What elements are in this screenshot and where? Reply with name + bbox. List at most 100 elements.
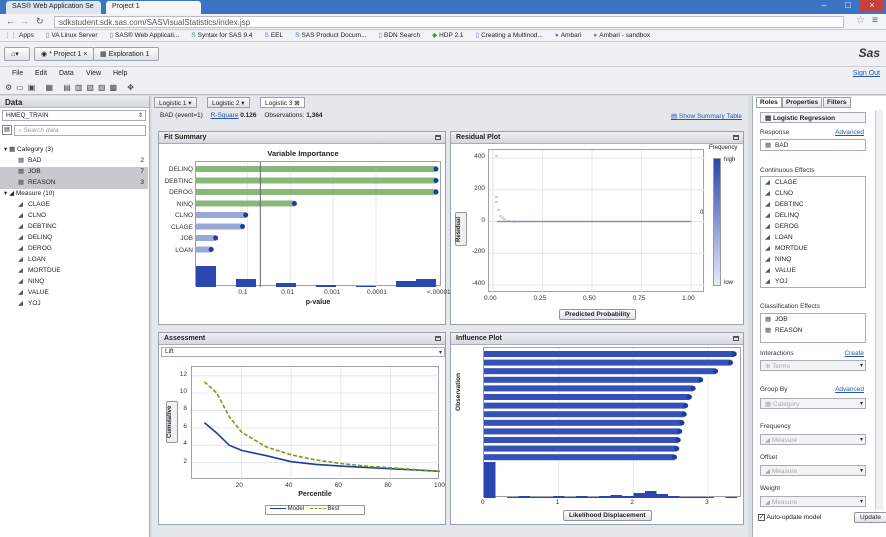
rsquare-link[interactable]: R-Square	[211, 112, 239, 119]
influence-bar[interactable]	[484, 454, 675, 461]
continuous-effect-item[interactable]: ◢ YOJ	[761, 276, 865, 287]
classification-effect-item[interactable]: ▦ JOB	[761, 314, 865, 325]
exploration-tab[interactable]: ▦ Exploration 1	[93, 47, 159, 61]
predicted-probability-button[interactable]: Predicted Probability	[559, 309, 637, 320]
influence-bar[interactable]	[484, 376, 701, 383]
continuous-effect-item[interactable]: ◢ DEBTINC	[761, 199, 865, 210]
toolbar-icons[interactable]: ⚙▭▣ ▦ ▤▥▧▨▩ ✥	[5, 83, 138, 92]
measure-group[interactable]: ▾ ◢ Measure (10)	[0, 189, 148, 200]
maximize-icon[interactable]	[733, 135, 739, 140]
bookmark-item[interactable]: ▯ Creating a Multinod...	[475, 31, 542, 39]
assessment-type-select[interactable]: Lift ▾	[161, 347, 445, 357]
continuous-effects-list[interactable]: ◢ CLAGE ◢ CLNO ◢ DEBTINC ◢ DELINQ ◢ DEROG ◢ LOAN ◢ MO…	[760, 176, 866, 288]
bookmark-item[interactable]: ● Ambari	[555, 32, 582, 39]
continuous-effect-item[interactable]: ◢ MORTDUE	[761, 243, 865, 254]
tab-roles[interactable]: Roles	[756, 97, 782, 108]
browser-tab-sas-web[interactable]: SAS® Web Application Se	[6, 1, 101, 14]
tab-logistic-1[interactable]: Logistic 1 ▾	[154, 97, 197, 108]
bookmark-star-icon[interactable]: ☆	[856, 15, 865, 26]
continuous-effect-item[interactable]: ◢ CLAGE	[761, 177, 865, 188]
influence-bar[interactable]	[484, 351, 735, 357]
url-input[interactable]: sdkstudent.sdk.sas.com/SASVisualStatisti…	[54, 16, 844, 28]
influence-bar[interactable]	[484, 437, 679, 443]
roles-scrollbar[interactable]	[875, 110, 883, 510]
influence-bar[interactable]	[484, 402, 686, 409]
menu-file[interactable]: File	[12, 70, 23, 77]
lift-line-best[interactable]	[203, 381, 441, 473]
data-item-ninq[interactable]: ◢ NINQ	[0, 277, 148, 288]
close-icon[interactable]: ×	[81, 51, 87, 58]
frequency-field[interactable]: ◢ Measure ▾	[760, 434, 866, 445]
continuous-effect-item[interactable]: ◢ DELINQ	[761, 210, 865, 221]
importance-bar[interactable]	[196, 177, 436, 184]
response-advanced-link[interactable]: Advanced	[835, 129, 864, 136]
tab-logistic-3[interactable]: Logistic 3 ⊠	[260, 97, 305, 108]
browser-menu-icon[interactable]: ≡	[872, 15, 878, 26]
response-field[interactable]: ▦ BAD	[760, 139, 866, 151]
data-item-mortdue[interactable]: ◢ MORTDUE	[0, 266, 148, 277]
maximize-icon[interactable]	[435, 336, 441, 341]
sign-out-link[interactable]: Sign Out	[853, 70, 880, 77]
continuous-effect-item[interactable]: ◢ DEROG	[761, 221, 865, 232]
home-button[interactable]: ⌂▾	[4, 47, 30, 61]
bookmark-item[interactable]: ▯ VA Linux Server	[46, 31, 98, 39]
tab-logistic-2[interactable]: Logistic 2 ▾	[207, 97, 250, 108]
data-options-icon[interactable]: ▤	[2, 125, 12, 135]
category-group[interactable]: ▾ ▦ Category (3)	[0, 145, 148, 156]
tab-filters[interactable]: Filters	[823, 97, 851, 108]
maximize-icon[interactable]: □	[836, 0, 860, 11]
data-item-clno[interactable]: ◢ CLNO	[0, 211, 148, 222]
search-data-input[interactable]: ⌕ Search data	[14, 125, 146, 136]
variable-importance-plot[interactable]	[195, 161, 441, 287]
maximize-icon[interactable]	[435, 135, 441, 140]
data-item-bad[interactable]: ▦ BAD 2	[0, 156, 148, 167]
close-icon[interactable]: ⊠	[292, 100, 299, 107]
menu-edit[interactable]: Edit	[35, 70, 47, 77]
influence-bar[interactable]	[484, 411, 685, 418]
bookmark-item[interactable]: S SAS Product Docum...	[295, 32, 366, 39]
data-item-yoj[interactable]: ◢ YOJ	[0, 299, 148, 310]
browser-tab-project[interactable]: Project 1	[106, 1, 201, 14]
bookmark-item[interactable]: ● Ambari - sandbox	[593, 32, 650, 39]
bookmark-item[interactable]: S EEL	[265, 32, 284, 39]
reload-icon[interactable]: ↻	[36, 16, 44, 27]
minimize-icon[interactable]: –	[812, 0, 836, 11]
bookmark-item[interactable]: S Syntax for SAS 9.4	[191, 32, 252, 39]
influence-bar[interactable]	[484, 428, 680, 435]
importance-bar[interactable]	[196, 189, 436, 195]
tab-properties[interactable]: Properties	[782, 97, 823, 108]
menu-help[interactable]: Help	[113, 70, 127, 77]
bookmark-item[interactable]: ▯ SAS® Web Applicati...	[109, 31, 179, 39]
importance-bar[interactable]	[196, 200, 295, 207]
influence-bar[interactable]	[484, 385, 694, 392]
data-item-loan[interactable]: ◢ LOAN	[0, 255, 148, 266]
continuous-effect-item[interactable]: ◢ LOAN	[761, 232, 865, 243]
importance-bar[interactable]	[196, 235, 216, 241]
groupby-advanced-link[interactable]: Advanced	[835, 386, 864, 393]
influence-bar-plot[interactable]	[483, 347, 741, 498]
influence-bar[interactable]	[484, 445, 677, 452]
data-item-derog[interactable]: ◢ DEROG	[0, 244, 148, 255]
importance-bar[interactable]	[196, 166, 436, 172]
classification-effect-item[interactable]: ▦ REASON	[761, 325, 865, 336]
weight-field[interactable]: ◢ Measure ▾	[760, 496, 866, 507]
data-item-clage[interactable]: ◢ CLAGE	[0, 200, 148, 211]
continuous-effect-item[interactable]: ◢ NINQ	[761, 254, 865, 265]
importance-bar[interactable]	[196, 212, 246, 218]
influence-bar[interactable]	[484, 394, 690, 400]
lift-plot[interactable]	[191, 366, 441, 480]
back-icon[interactable]: ←	[6, 16, 15, 26]
influence-bar[interactable]	[484, 368, 716, 375]
auto-update-checkbox[interactable]: ✓	[758, 514, 765, 521]
project-tab[interactable]: ◉ * Project 1 ×	[34, 47, 95, 61]
continuous-effect-item[interactable]: ◢ VALUE	[761, 265, 865, 276]
offset-field[interactable]: ◢ Measure ▾	[760, 465, 866, 476]
data-item-value[interactable]: ◢ VALUE	[0, 288, 148, 299]
classification-effects-list[interactable]: ▦ JOB ▦ REASON	[760, 313, 866, 343]
bookmark-item[interactable]: ◆ HDP 2.1	[432, 31, 463, 39]
bookmark-item[interactable]: ▯ BDN Search	[378, 31, 420, 39]
data-item-reason[interactable]: ▦ REASON 3	[0, 178, 148, 189]
menu-view[interactable]: View	[86, 70, 101, 77]
data-item-debtinc[interactable]: ◢ DEBTINC	[0, 222, 148, 233]
residual-scatter-plot[interactable]	[488, 149, 705, 293]
